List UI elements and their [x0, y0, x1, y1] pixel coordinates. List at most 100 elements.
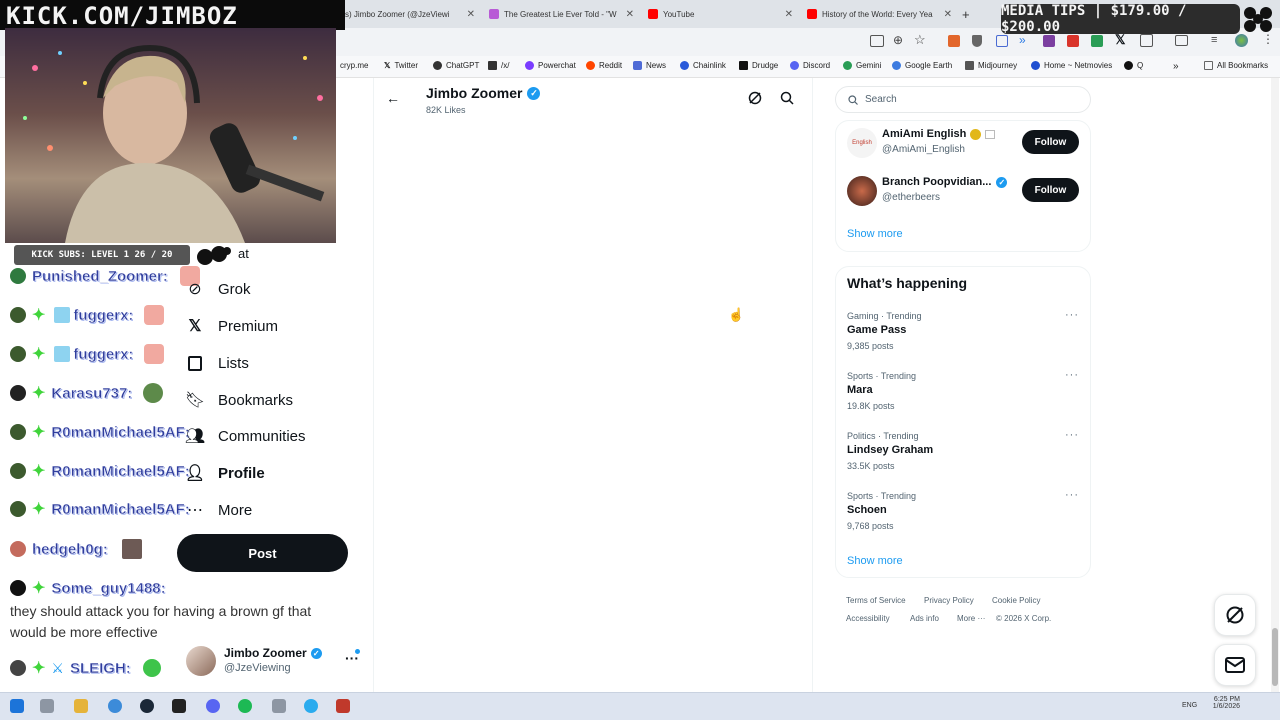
bookmark-item[interactable]: Google Earth [892, 61, 952, 70]
nav-item-grok[interactable]: ⊘ Grok [186, 274, 250, 304]
more-options-icon[interactable]: ··· [1065, 429, 1079, 441]
trend-name[interactable]: Game Pass [847, 324, 906, 336]
all-bookmarks[interactable]: All Bookmarks [1204, 61, 1268, 70]
footer-link-accessibility[interactable]: Accessibility [846, 614, 890, 623]
more-options-icon[interactable]: ··· [1065, 309, 1079, 321]
webcam-feed [5, 28, 336, 243]
trend-name[interactable]: Schoen [847, 504, 887, 516]
nav-item-profile[interactable]: 👤︎ Profile [185, 458, 265, 488]
bookmark-item[interactable]: Gemini [843, 61, 881, 70]
browser-tab-lie[interactable]: The Greatest Lie Ever Told - "W ✕ [489, 4, 634, 24]
avatar[interactable]: English [847, 128, 877, 158]
puzzle-icon[interactable] [1140, 34, 1153, 47]
avatar[interactable] [847, 176, 877, 206]
steam-icon[interactable] [140, 699, 154, 713]
footer-link-cookie[interactable]: Cookie Policy [992, 596, 1040, 605]
bookmark-item[interactable]: Discord [790, 61, 830, 70]
bookmark-item[interactable]: Q [1124, 61, 1143, 70]
follow-suggestion-name[interactable]: AmiAmi English [882, 128, 996, 140]
cast-icon[interactable]: » [1019, 33, 1026, 47]
page-title: Jimbo Zoomer [426, 85, 523, 101]
app-icon[interactable] [336, 699, 350, 713]
zoom-icon[interactable]: ⊕ [893, 33, 903, 47]
file-explorer-icon[interactable] [74, 699, 88, 713]
trend-name[interactable]: Mara [847, 384, 873, 396]
midjourney-icon [965, 61, 974, 70]
messages-floating-button[interactable] [1214, 644, 1256, 686]
bookmark-item[interactable]: Home ~ Netmovies [1031, 61, 1112, 70]
nav-item-more[interactable]: ⋯ More [186, 495, 252, 525]
metamask-icon[interactable] [948, 35, 960, 47]
follow-button[interactable]: Follow [1022, 130, 1079, 154]
nav-item-premium[interactable]: 𝕏 Premium [186, 311, 278, 341]
extension-icon[interactable] [1043, 35, 1055, 47]
more-options-icon[interactable]: ··· [1065, 369, 1079, 381]
install-icon[interactable] [870, 35, 884, 47]
scrollbar-thumb[interactable] [1272, 628, 1278, 686]
close-icon[interactable]: ✕ [785, 9, 793, 20]
bookmark-item[interactable]: Powerchat [525, 61, 576, 70]
bookmark-item[interactable]: Reddit [586, 61, 622, 70]
browser-tab-x[interactable]: s) Jimbo Zoomer (@JzeViewi ✕ [345, 4, 475, 24]
discord-icon[interactable] [206, 699, 220, 713]
bookmark-item[interactable]: ChatGPT [433, 61, 479, 70]
search-icon[interactable] [780, 91, 794, 105]
account-switcher[interactable]: Jimbo Zoomer ✓ [224, 646, 322, 660]
bookmark-label: Powerchat [538, 61, 576, 70]
extension-icon[interactable] [996, 35, 1008, 47]
bookmark-item[interactable]: News [633, 61, 666, 70]
footer-link-more[interactable]: More ··· [957, 614, 985, 623]
footer-link-privacy[interactable]: Privacy Policy [924, 596, 974, 605]
system-clock[interactable]: 6:25 PM 1/6/2026 [1208, 696, 1240, 710]
bookmark-item[interactable]: cryp.me [340, 61, 368, 70]
bookmark-item[interactable]: /x/ [488, 61, 509, 70]
close-icon[interactable]: ✕ [944, 9, 952, 20]
bookmark-item[interactable]: 𝕏 Twitter [384, 61, 418, 70]
nav-item-communities[interactable]: 👥︎ Communities [185, 421, 306, 451]
bookmark-item[interactable]: Drudge [739, 61, 778, 70]
new-tab-button[interactable]: + [962, 4, 976, 24]
star-icon[interactable]: ☆ [914, 32, 926, 48]
show-more-link[interactable]: Show more [847, 555, 903, 567]
task-view-icon[interactable] [40, 699, 54, 713]
spotify-icon[interactable] [238, 699, 252, 713]
telegram-icon[interactable] [304, 699, 318, 713]
avatar[interactable] [1235, 34, 1248, 47]
bookmark-item[interactable]: Midjourney [965, 61, 1017, 70]
sidebar-icon[interactable] [1175, 35, 1188, 46]
search-input[interactable]: Search [835, 86, 1091, 113]
playlist-icon[interactable]: ≡ [1211, 34, 1217, 46]
language-indicator[interactable]: ENG [1182, 702, 1197, 709]
more-options-icon[interactable]: ··· [1065, 489, 1079, 501]
nav-item-bookmarks[interactable]: 🔖︎ Bookmarks [185, 385, 293, 415]
kebab-menu-icon[interactable]: ⋮ [1262, 32, 1274, 46]
bookmark-item[interactable]: Chainlink [680, 61, 726, 70]
browser-tab-youtube[interactable]: YouTube ✕ [648, 4, 793, 24]
footer-link-terms[interactable]: Terms of Service [846, 596, 906, 605]
follow-suggestion-name[interactable]: Branch Poopvidian... ✓ [882, 176, 1008, 188]
app-icon[interactable] [272, 699, 286, 713]
close-icon[interactable]: ✕ [467, 9, 475, 20]
browser-tab-history[interactable]: History of the World: Every Yea ✕ [807, 4, 952, 24]
follow-button[interactable]: Follow [1022, 178, 1079, 202]
grok-floating-button[interactable] [1214, 594, 1256, 636]
chrome-icon[interactable] [108, 699, 122, 713]
stream-logo-icon [1241, 4, 1277, 34]
windows-start-icon[interactable] [10, 699, 24, 713]
grok-icon[interactable] [748, 91, 762, 105]
post-button[interactable]: Post [177, 534, 348, 572]
avatar[interactable] [186, 646, 216, 676]
close-icon[interactable]: ✕ [626, 9, 634, 20]
back-arrow-icon[interactable]: ← [386, 90, 400, 106]
show-more-link[interactable]: Show more [847, 228, 903, 240]
extension-icon[interactable] [1067, 35, 1079, 47]
nav-item-lists[interactable]: Lists [186, 348, 249, 378]
trend-name[interactable]: Lindsey Graham [847, 444, 933, 456]
terminal-icon[interactable] [172, 699, 186, 713]
avatar [10, 268, 26, 284]
shield-icon[interactable] [972, 35, 982, 47]
footer-link-ads[interactable]: Ads info [910, 614, 939, 623]
bookmarks-overflow-icon[interactable]: » [1173, 61, 1179, 72]
extension-icon[interactable] [1091, 35, 1103, 47]
page-scrollbar[interactable] [1271, 78, 1279, 692]
